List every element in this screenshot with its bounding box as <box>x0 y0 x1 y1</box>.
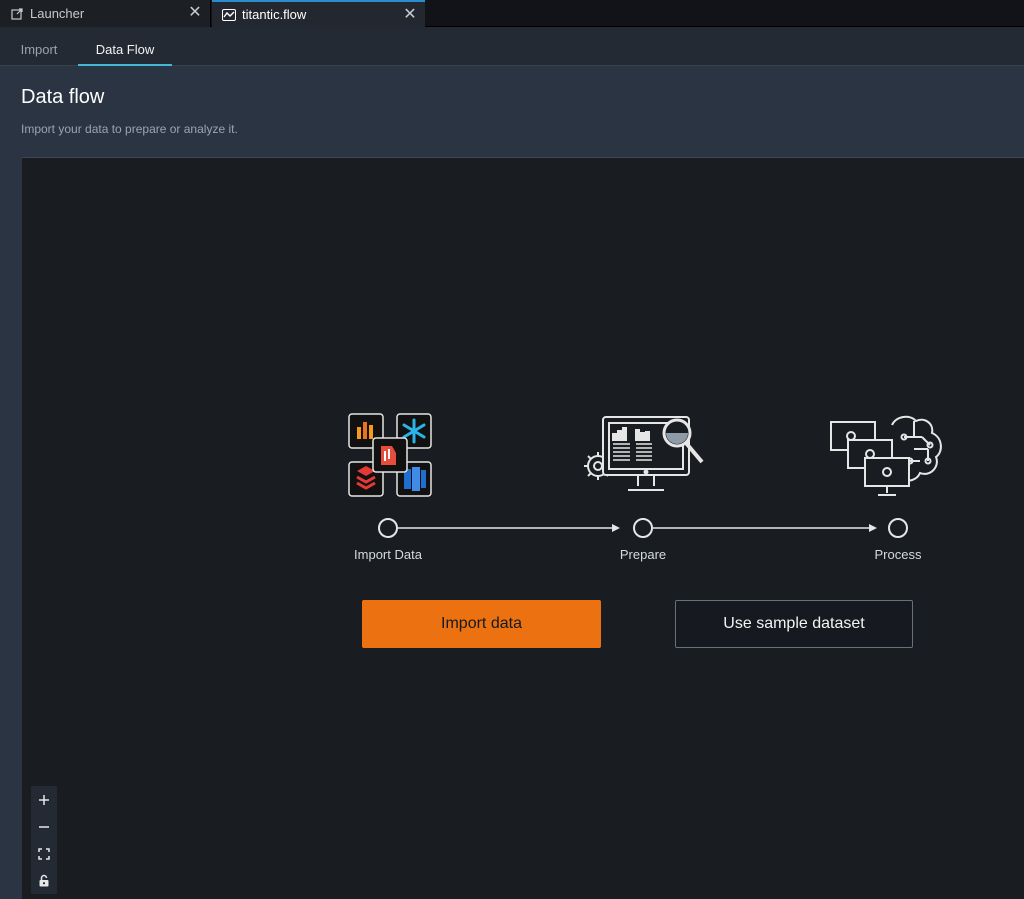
step-node-process <box>888 518 908 538</box>
page-subtitle: Import your data to prepare or analyze i… <box>21 122 238 136</box>
close-icon[interactable]: ✕ <box>403 7 417 23</box>
tab-launcher[interactable]: Launcher ✕ <box>0 0 211 27</box>
arrow-right-icon <box>612 524 620 532</box>
sub-tab-bar: Import Data Flow <box>0 27 1024 66</box>
zoom-in-icon[interactable] <box>31 786 57 813</box>
zoom-controls <box>31 786 57 894</box>
page-header: Data flow Import your data to prepare or… <box>0 66 1024 157</box>
step-node-prepare <box>633 518 653 538</box>
flow-timeline <box>370 512 915 549</box>
window-tab-bar: Launcher ✕ titantic.flow ✕ <box>0 0 1024 27</box>
step-label-import: Import Data <box>354 547 422 562</box>
step-label-prepare: Prepare <box>619 547 667 562</box>
page-title: Data flow <box>21 86 105 108</box>
close-icon[interactable]: ✕ <box>188 5 202 21</box>
import-data-button[interactable]: Import data <box>362 600 601 648</box>
tab-data-flow[interactable]: Data Flow <box>78 27 172 66</box>
arrow-right-icon <box>869 524 877 532</box>
monitor-magnifier-icon <box>582 414 706 503</box>
fit-view-icon[interactable] <box>31 840 57 867</box>
use-sample-dataset-button[interactable]: Use sample dataset <box>675 600 913 648</box>
flow-icon <box>222 8 236 22</box>
brain-computers-icon <box>830 413 946 504</box>
tab-import[interactable]: Import <box>0 27 78 66</box>
zoom-out-icon[interactable] <box>31 813 57 840</box>
lock-icon[interactable] <box>31 867 57 894</box>
left-gutter <box>0 157 22 899</box>
tab-titantic-flow-label: titantic.flow <box>242 7 307 22</box>
tab-titantic-flow[interactable]: titantic.flow ✕ <box>212 0 425 27</box>
external-link-icon <box>10 7 24 21</box>
data-sources-icon <box>348 413 434 504</box>
step-node-import <box>378 518 398 538</box>
step-label-process: Process <box>874 547 922 562</box>
tab-launcher-label: Launcher <box>30 6 85 21</box>
